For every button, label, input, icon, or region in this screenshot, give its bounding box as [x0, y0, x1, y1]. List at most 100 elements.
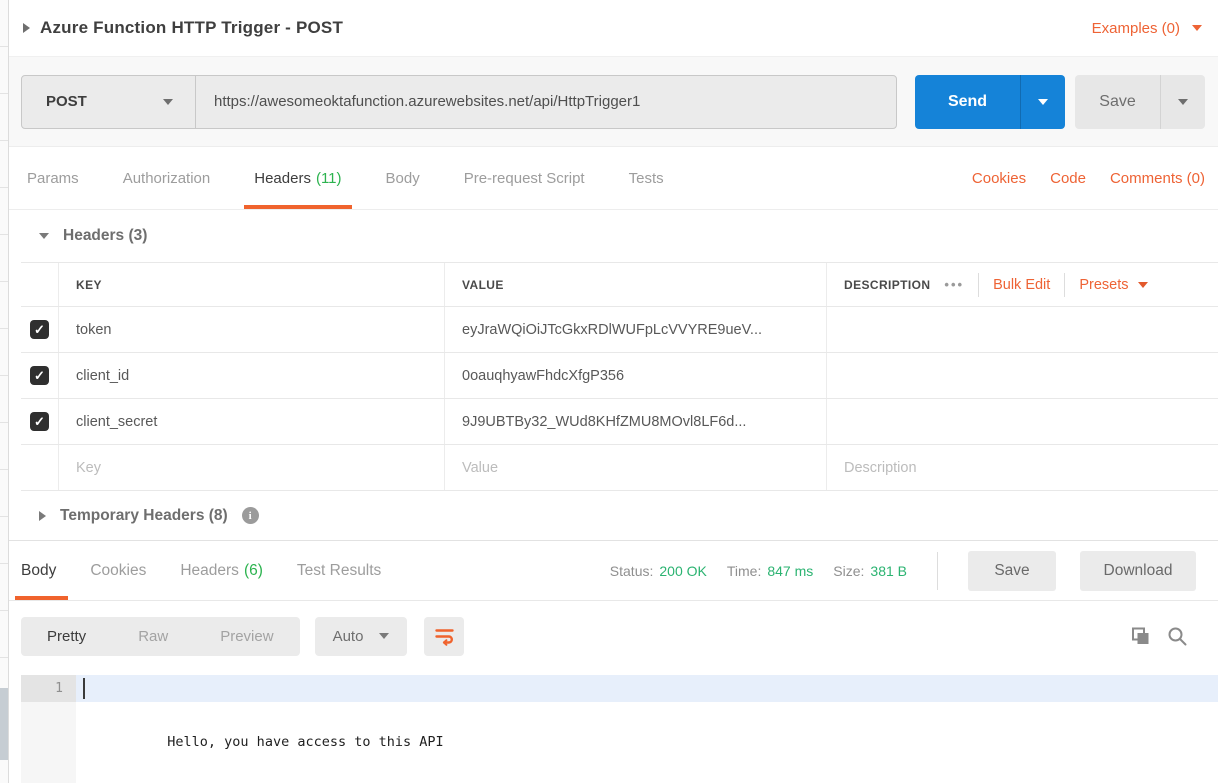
checkbox-checked[interactable] — [30, 366, 49, 385]
chevron-down-icon — [1178, 99, 1188, 105]
send-options-button[interactable] — [1021, 75, 1065, 129]
tab-headers[interactable]: Headers (11) — [254, 147, 341, 209]
status-value: 200 OK — [659, 563, 706, 579]
value-cell[interactable]: 9J9UBTBy32_WUd8KHfZMU8MOvl8LF6d... — [445, 399, 827, 444]
request-tabs: Params Authorization Headers (11) Body P… — [9, 147, 1218, 210]
view-mode-raw[interactable]: Raw — [112, 617, 194, 656]
request-panel: Azure Function HTTP Trigger - POST Examp… — [9, 0, 1218, 783]
select-column-header — [21, 263, 59, 306]
wrap-text-icon — [434, 626, 455, 646]
chevron-down-icon — [39, 233, 49, 239]
method-select[interactable]: POST — [22, 76, 196, 128]
tab-label: Body — [21, 562, 56, 580]
response-body-actions — [1130, 626, 1188, 647]
response-body-editor[interactable]: 1 Hello, you have access to this API — [21, 671, 1218, 783]
chevron-down-icon — [1138, 282, 1148, 288]
table-new-row: Key Value Description — [21, 445, 1218, 491]
tab-tests[interactable]: Tests — [629, 147, 664, 209]
value-cell[interactable]: 0oauqhyawFhdcXfgP356 — [445, 353, 827, 398]
divider — [1064, 273, 1065, 297]
copy-icon — [1130, 626, 1151, 647]
comments-link[interactable]: Comments (0) — [1110, 170, 1205, 187]
code-link[interactable]: Code — [1050, 170, 1086, 187]
row-select-cell — [21, 307, 59, 352]
copy-button[interactable] — [1130, 626, 1151, 647]
size-value: 381 B — [870, 563, 907, 579]
key-input-placeholder[interactable]: Key — [59, 445, 445, 490]
format-dropdown[interactable]: Auto — [315, 617, 408, 656]
tab-body[interactable]: Body — [386, 147, 420, 209]
value-input-placeholder[interactable]: Value — [445, 445, 827, 490]
value-cell[interactable]: eyJraWQiOiJTcGkxRDlWUFpLcVVYRE9ueV... — [445, 307, 827, 352]
save-options-button[interactable] — [1161, 75, 1205, 129]
send-button[interactable]: Send — [915, 75, 1021, 129]
line-text[interactable]: Hello, you have access to this API — [76, 675, 1218, 702]
description-column-header: DESCRIPTION ••• Bulk Edit Presets — [827, 263, 1218, 306]
temporary-headers-toggle[interactable]: Temporary Headers (8) i — [9, 491, 1218, 541]
status-label: Status: — [610, 563, 654, 579]
examples-label: Examples (0) — [1092, 20, 1180, 37]
sidebar-scrollbar-thumb[interactable] — [0, 688, 8, 760]
save-response-button[interactable]: Save — [968, 551, 1056, 591]
headers-count-badge: (11) — [316, 170, 342, 187]
tab-authorization[interactable]: Authorization — [123, 147, 211, 209]
response-header: Body Cookies Headers (6) Test Results St… — [9, 541, 1218, 601]
response-tab-headers[interactable]: Headers (6) — [180, 541, 263, 600]
value-column-header: VALUE — [445, 263, 827, 306]
table-row: client_id 0oauqhyawFhdcXfgP356 — [21, 353, 1218, 399]
response-tab-test-results[interactable]: Test Results — [297, 541, 381, 600]
description-input-placeholder[interactable]: Description — [827, 445, 1218, 490]
chevron-down-icon — [1038, 99, 1048, 105]
response-toolbar: Pretty Raw Preview Auto — [9, 601, 1218, 671]
wrap-lines-button[interactable] — [424, 617, 464, 656]
headers-section-title: Headers (3) — [63, 227, 147, 245]
column-options-icon[interactable]: ••• — [944, 277, 964, 292]
time-badge: Time: 847 ms — [727, 563, 813, 579]
collapse-caret-icon[interactable] — [23, 23, 30, 33]
cookies-link[interactable]: Cookies — [972, 170, 1026, 187]
tab-label: Pre-request Script — [464, 170, 585, 187]
bulk-edit-link[interactable]: Bulk Edit — [993, 277, 1050, 293]
row-select-cell — [21, 445, 59, 490]
tab-pre-request-script[interactable]: Pre-request Script — [464, 147, 585, 209]
method-value: POST — [46, 93, 87, 110]
key-cell[interactable]: client_id — [59, 353, 445, 398]
response-tab-cookies[interactable]: Cookies — [90, 541, 146, 600]
chevron-down-icon — [379, 633, 389, 639]
table-row: client_secret 9J9UBTBy32_WUd8KHfZMU8MOvl… — [21, 399, 1218, 445]
response-headers-count-badge: (6) — [244, 562, 263, 580]
headers-table: KEY VALUE DESCRIPTION ••• Bulk Edit Pres… — [21, 262, 1218, 491]
chevron-down-icon — [1192, 25, 1202, 31]
description-cell[interactable] — [827, 307, 1218, 352]
save-button[interactable]: Save — [1075, 75, 1161, 129]
chevron-right-icon — [39, 511, 46, 521]
sidebar-edge — [0, 0, 9, 783]
tab-label: Tests — [629, 170, 664, 187]
examples-dropdown[interactable]: Examples (0) — [1092, 20, 1202, 37]
key-cell[interactable]: token — [59, 307, 445, 352]
key-column-header: KEY — [59, 263, 445, 306]
info-icon[interactable]: i — [242, 507, 259, 524]
table-row: token eyJraWQiOiJTcGkxRDlWUFpLcVVYRE9ueV… — [21, 307, 1218, 353]
time-value: 847 ms — [767, 563, 813, 579]
code-line[interactable]: 1 Hello, you have access to this API — [21, 675, 1218, 702]
save-button-group: Save — [1075, 75, 1205, 129]
response-tab-body[interactable]: Body — [21, 541, 56, 600]
tab-params[interactable]: Params — [27, 147, 79, 209]
presets-dropdown[interactable]: Presets — [1079, 277, 1148, 293]
checkbox-checked[interactable] — [30, 412, 49, 431]
tab-label: Test Results — [297, 562, 381, 580]
url-group: POST — [21, 75, 897, 129]
key-cell[interactable]: client_secret — [59, 399, 445, 444]
view-mode-pretty[interactable]: Pretty — [21, 617, 112, 656]
url-input[interactable] — [196, 76, 896, 128]
checkbox-checked[interactable] — [30, 320, 49, 339]
description-cell[interactable] — [827, 399, 1218, 444]
headers-section-toggle[interactable]: Headers (3) — [9, 210, 1218, 262]
text-cursor — [83, 678, 85, 699]
view-mode-preview[interactable]: Preview — [194, 617, 299, 656]
search-button[interactable] — [1167, 626, 1188, 647]
description-cell[interactable] — [827, 353, 1218, 398]
tab-label: Params — [27, 170, 79, 187]
download-response-button[interactable]: Download — [1080, 551, 1196, 591]
